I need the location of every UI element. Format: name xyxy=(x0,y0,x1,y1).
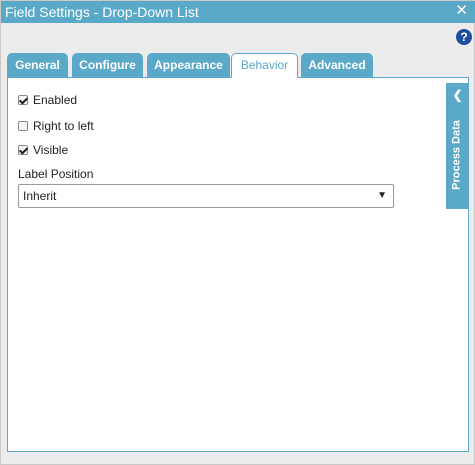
dialog-titlebar: Field Settings - Drop-Down List ✕ xyxy=(1,1,475,23)
right-to-left-checkbox[interactable] xyxy=(18,121,28,131)
dropdown-arrow-icon: ▼ xyxy=(377,190,387,201)
tab-general[interactable]: General xyxy=(7,53,68,77)
field-settings-dialog: Field Settings - Drop-Down List ✕ ? Gene… xyxy=(0,0,475,465)
chevron-left-icon: ❮ xyxy=(452,88,463,102)
help-icon[interactable]: ? xyxy=(456,29,472,45)
label-position-heading: Label Position xyxy=(18,167,94,181)
enabled-label: Enabled xyxy=(33,93,78,107)
visible-option[interactable]: Visible xyxy=(18,143,68,157)
enabled-checkbox[interactable] xyxy=(18,95,28,105)
close-icon[interactable]: ✕ xyxy=(455,3,468,19)
process-data-panel-toggle[interactable]: ❮ Process Data xyxy=(446,83,469,209)
visible-label: Visible xyxy=(33,143,69,157)
process-data-label: Process Data xyxy=(450,120,463,190)
behavior-panel: Enabled Right to left Visible Label Posi… xyxy=(7,77,469,452)
tab-advanced[interactable]: Advanced xyxy=(301,53,373,77)
visible-checkbox[interactable] xyxy=(18,145,28,155)
enabled-option[interactable]: Enabled xyxy=(18,93,77,107)
tab-behavior[interactable]: Behavior xyxy=(231,53,298,78)
tab-appearance[interactable]: Appearance xyxy=(147,53,230,77)
right-to-left-label: Right to left xyxy=(33,119,94,133)
right-to-left-option[interactable]: Right to left xyxy=(18,119,94,133)
tab-configure[interactable]: Configure xyxy=(72,53,143,77)
dialog-title: Field Settings - Drop-Down List xyxy=(5,4,199,20)
label-position-value: Inherit xyxy=(23,189,57,203)
label-position-select[interactable]: Inherit ▼ xyxy=(18,184,394,208)
